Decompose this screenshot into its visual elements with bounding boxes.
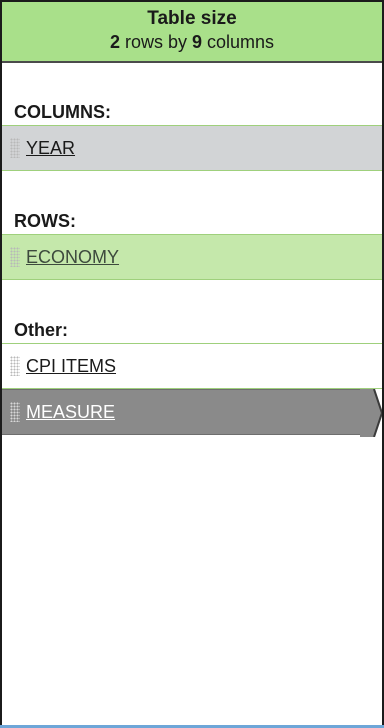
drag-handle-icon[interactable] — [10, 247, 20, 267]
table-size-summary: 2 rows by 9 columns — [2, 30, 382, 54]
header-title: Table size — [147, 8, 237, 29]
dimension-item-measure[interactable]: MEASURE — [2, 389, 382, 437]
other-section-label: Other: — [14, 320, 68, 340]
drag-handle-icon[interactable] — [10, 138, 20, 158]
dimension-link-economy[interactable]: ECONOMY — [26, 235, 119, 279]
dimension-link-cpi-items[interactable]: CPI ITEMS — [26, 344, 116, 388]
columns-section-label: COLUMNS: — [14, 102, 111, 122]
rows-count: 2 — [109, 32, 120, 52]
dimension-link-year[interactable]: YEAR — [26, 126, 75, 170]
dimension-item-year[interactable]: YEAR — [2, 125, 382, 171]
table-size-header: Table size 2 rows by 9 columns — [2, 2, 382, 63]
selected-arrow-icon — [360, 389, 382, 437]
rows-section-label: ROWS: — [14, 211, 76, 231]
rows-text: rows by — [124, 32, 187, 52]
columns-text: columns — [207, 32, 275, 52]
drag-handle-icon[interactable] — [10, 356, 20, 376]
drag-handle-icon[interactable] — [10, 402, 20, 422]
dimension-item-cpi-items[interactable]: CPI ITEMS — [2, 343, 382, 389]
dimension-item-economy[interactable]: ECONOMY — [2, 234, 382, 280]
columns-count: 9 — [192, 32, 203, 52]
dimension-link-measure[interactable]: MEASURE — [26, 390, 115, 434]
table-layout-panel: Table size 2 rows by 9 columns COLUMNS: … — [0, 0, 384, 728]
